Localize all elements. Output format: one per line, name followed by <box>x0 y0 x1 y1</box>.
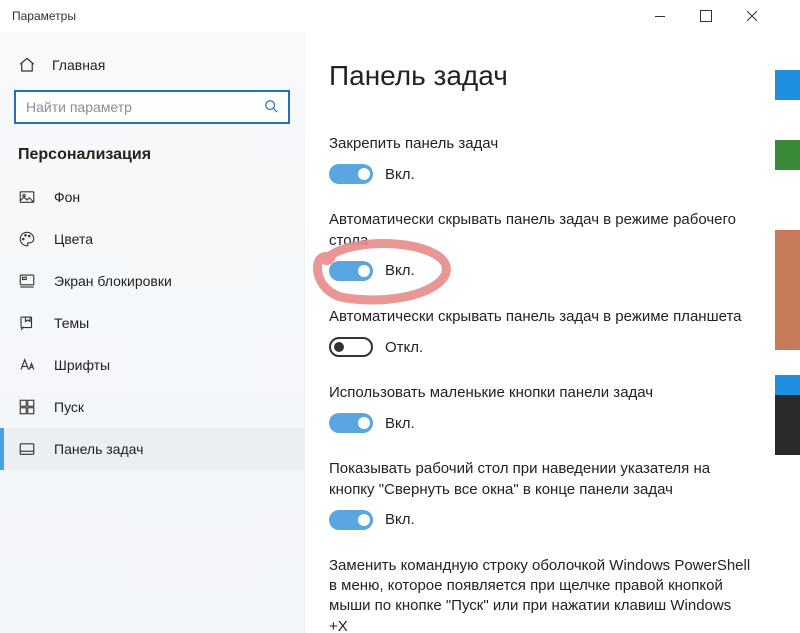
toggle-small-buttons[interactable] <box>329 413 373 433</box>
maximize-button[interactable] <box>683 0 729 32</box>
toggle-row: Вкл. <box>329 164 751 184</box>
setting-autohide-tablet: Автоматически скрывать панель задач в ре… <box>329 307 751 357</box>
setting-peek-desktop: Показывать рабочий стол при наведении ук… <box>329 459 751 530</box>
sidebar-item-fonts[interactable]: Шрифты <box>0 344 304 386</box>
home-icon <box>18 56 36 74</box>
themes-icon <box>18 314 36 332</box>
sidebar-item-themes[interactable]: Темы <box>0 302 304 344</box>
settings-window: Параметры Главная <box>0 0 775 633</box>
window-title: Параметры <box>0 9 637 23</box>
search-box[interactable] <box>14 90 290 124</box>
toggle-peek-desktop[interactable] <box>329 510 373 530</box>
sidebar-item-taskbar[interactable]: Панель задач <box>0 428 304 470</box>
setting-label: Автоматически скрывать панель задач в ре… <box>329 210 751 251</box>
setting-label: Закрепить панель задач <box>329 134 751 154</box>
window-body: Главная Персонализация Фон <box>0 32 775 633</box>
sidebar-item-label: Цвета <box>54 231 93 247</box>
sidebar-item-label: Панель задач <box>54 441 143 457</box>
sidebar-item-label: Фон <box>54 189 80 205</box>
titlebar: Параметры <box>0 0 775 32</box>
sidebar-item-label: Экран блокировки <box>54 273 172 289</box>
setting-lock-taskbar: Закрепить панель задач Вкл. <box>329 134 751 184</box>
toggle-autohide-desktop[interactable] <box>329 261 373 281</box>
setting-label: Заменить командную строку оболочкой Wind… <box>329 556 751 633</box>
sidebar-item-label: Шрифты <box>54 357 110 373</box>
toggle-state: Откл. <box>385 339 423 356</box>
setting-powershell: Заменить командную строку оболочкой Wind… <box>329 556 751 633</box>
content-pane: Панель задач Закрепить панель задач Вкл.… <box>305 32 775 633</box>
sidebar-item-colors[interactable]: Цвета <box>0 218 304 260</box>
setting-label: Использовать маленькие кнопки панели зад… <box>329 383 751 403</box>
sidebar-item-lockscreen[interactable]: Экран блокировки <box>0 260 304 302</box>
toggle-row: Откл. <box>329 337 751 357</box>
window-controls <box>637 0 775 32</box>
sidebar-home[interactable]: Главная <box>0 46 304 84</box>
sidebar-item-label: Пуск <box>54 399 84 415</box>
taskbar-icon <box>18 440 36 458</box>
minimize-button[interactable] <box>637 0 683 32</box>
page-title: Панель задач <box>329 60 751 92</box>
toggle-lock-taskbar[interactable] <box>329 164 373 184</box>
toggle-row: Вкл. <box>329 413 751 433</box>
sidebar-item-background[interactable]: Фон <box>0 176 304 218</box>
toggle-state: Вкл. <box>385 511 415 528</box>
toggle-row: Вкл. <box>329 510 751 530</box>
search-icon <box>264 99 278 116</box>
toggle-state: Вкл. <box>385 166 415 183</box>
toggle-state: Вкл. <box>385 415 415 432</box>
close-button[interactable] <box>729 0 775 32</box>
search-input[interactable] <box>26 99 264 115</box>
sidebar-section-title: Персонализация <box>0 136 304 176</box>
palette-icon <box>18 230 36 248</box>
search-container <box>0 84 304 136</box>
sidebar-item-label: Темы <box>54 315 89 331</box>
toggle-autohide-tablet[interactable] <box>329 337 373 357</box>
setting-label: Показывать рабочий стол при наведении ук… <box>329 459 751 500</box>
sidebar: Главная Персонализация Фон <box>0 32 305 633</box>
sidebar-item-start[interactable]: Пуск <box>0 386 304 428</box>
start-icon <box>18 398 36 416</box>
toggle-row: Вкл. <box>329 261 751 281</box>
setting-autohide-desktop: Автоматически скрывать панель задач в ре… <box>329 210 751 281</box>
fonts-icon <box>18 356 36 374</box>
picture-icon <box>18 188 36 206</box>
setting-label: Автоматически скрывать панель задач в ре… <box>329 307 751 327</box>
setting-small-buttons: Использовать маленькие кнопки панели зад… <box>329 383 751 433</box>
background-page-sliver <box>775 0 800 633</box>
sidebar-home-label: Главная <box>52 57 105 73</box>
lockscreen-icon <box>18 272 36 290</box>
toggle-state: Вкл. <box>385 262 415 279</box>
